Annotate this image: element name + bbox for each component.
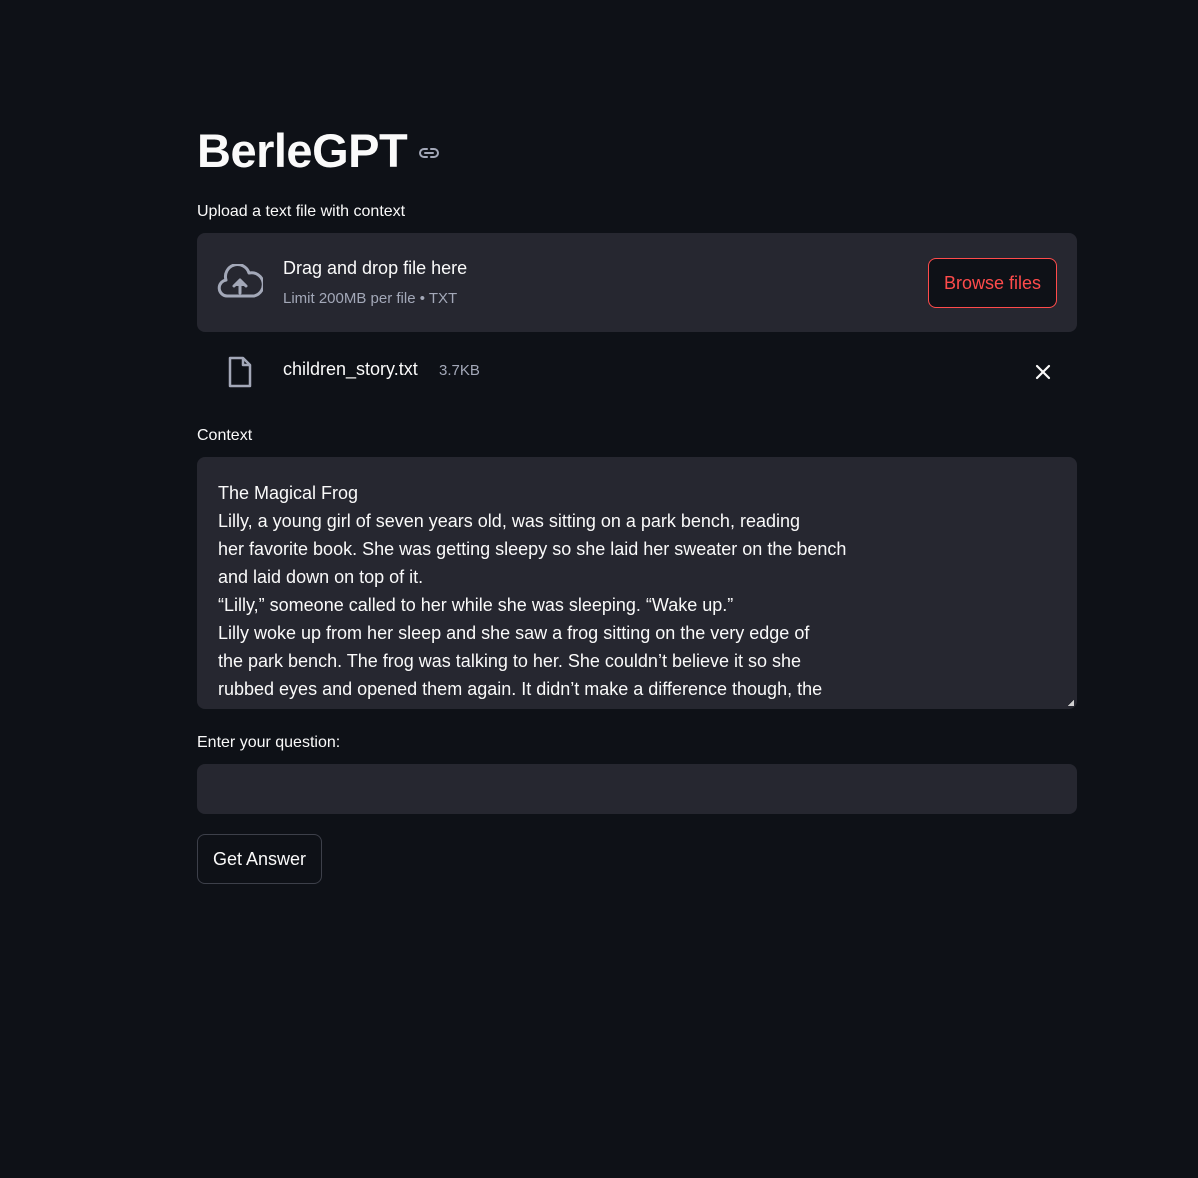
uploader-label: Upload a text file with context [197, 203, 406, 220]
file-name: children_story.txt [283, 359, 418, 379]
page-title: BerleGPT [197, 123, 408, 177]
file-size: 3.7KB [439, 362, 480, 379]
question-input[interactable] [197, 764, 1077, 814]
file-dropzone[interactable]: Drag and drop file here Limit 200MB per … [197, 233, 1077, 332]
context-text: The Magical Frog Lilly, a young girl of … [218, 483, 847, 699]
uploaded-file-row: children_story.txt 3.7KB [197, 352, 1077, 392]
dropzone-limit: Limit 200MB per file • TXT [283, 290, 458, 307]
link-icon[interactable] [417, 141, 441, 165]
browse-files-button[interactable]: Browse files [927, 258, 1057, 308]
remove-file-icon[interactable] [1031, 360, 1055, 384]
file-icon [227, 356, 253, 388]
context-label: Context [197, 427, 253, 444]
resize-handle[interactable] [1068, 700, 1074, 706]
question-label: Enter your question: [197, 734, 341, 751]
cloud-upload-icon [217, 263, 265, 300]
title-row: BerleGPT [197, 118, 441, 182]
context-textarea[interactable]: The Magical Frog Lilly, a young girl of … [197, 457, 1077, 709]
dropzone-title: Drag and drop file here [283, 258, 468, 278]
get-answer-button[interactable]: Get Answer [197, 834, 323, 884]
